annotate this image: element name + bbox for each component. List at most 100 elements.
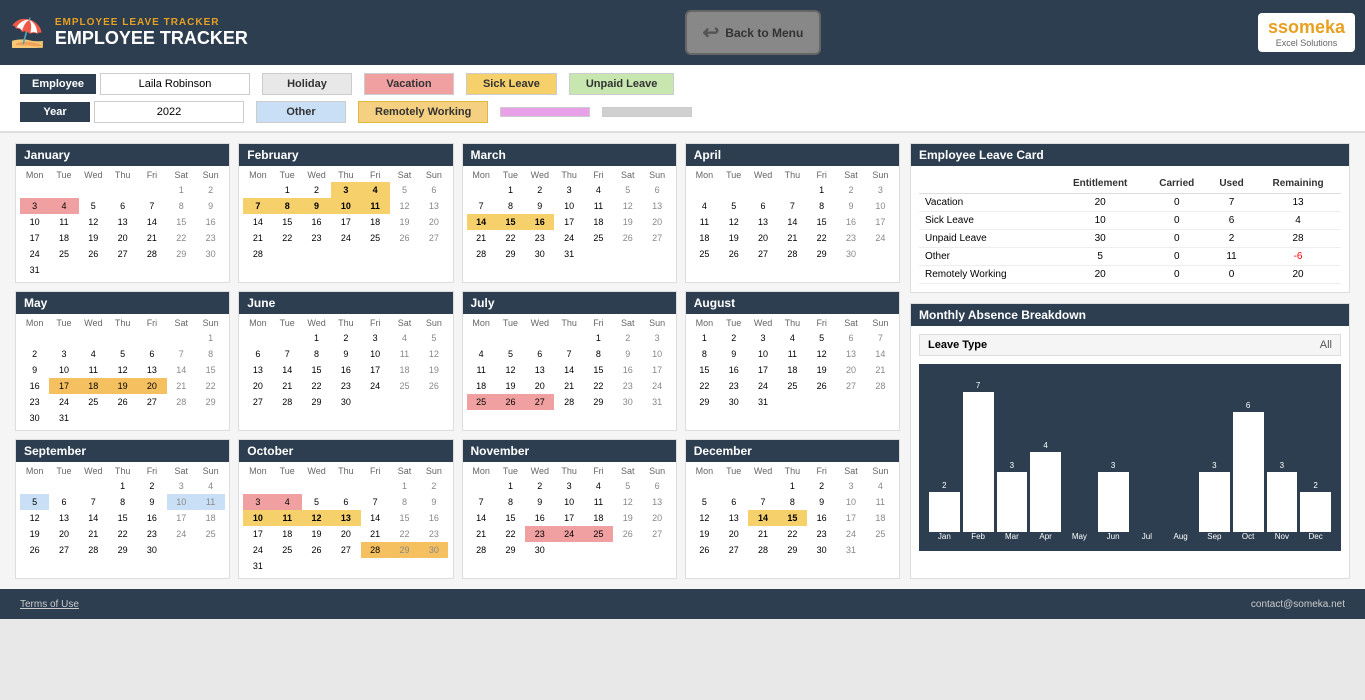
cal-day: 4 — [79, 346, 108, 362]
cal-day: 20 — [719, 526, 748, 542]
cal-day: 7 — [137, 198, 166, 214]
cal-day: 3 — [554, 478, 583, 494]
cal-day: 15 — [496, 510, 525, 526]
cal-day: 6 — [243, 346, 272, 362]
cal-day: 24 — [554, 526, 583, 542]
cal-empty — [554, 330, 583, 346]
cal-day: 24 — [167, 526, 196, 542]
terms-of-use-link[interactable]: Terms of Use — [20, 599, 79, 610]
cal-day: 28 — [748, 542, 777, 558]
cal-day: 23 — [807, 526, 836, 542]
cal-empty — [49, 478, 78, 494]
cal-day: 4 — [778, 330, 807, 346]
used-cell: 6 — [1208, 212, 1255, 230]
cal-day: 7 — [467, 494, 496, 510]
cal-day: 25 — [196, 526, 225, 542]
cal-header-april: April — [686, 144, 899, 166]
cal-day: 6 — [525, 346, 554, 362]
cal-day: 14 — [467, 214, 496, 230]
cal-day: 25 — [273, 542, 302, 558]
col-used: Used — [1208, 174, 1255, 194]
cal-header-july: July — [463, 292, 676, 314]
employee-value[interactable]: Laila Robinson — [100, 73, 250, 95]
cal-empty — [137, 330, 166, 346]
cal-empty — [167, 330, 196, 346]
cal-day: 9 — [196, 198, 225, 214]
cal-day: 16 — [419, 510, 448, 526]
cal-day: 17 — [866, 214, 895, 230]
cal-day: 1 — [302, 330, 331, 346]
bar-month-label: Apr — [1030, 532, 1061, 545]
cal-day: 13 — [642, 494, 671, 510]
cal-day: 28 — [467, 542, 496, 558]
cal-empty — [108, 330, 137, 346]
cal-day: 21 — [778, 230, 807, 246]
cal-day: 1 — [807, 182, 836, 198]
cal-day: 12 — [20, 510, 49, 526]
cal-day: 26 — [108, 394, 137, 410]
holiday-badge[interactable]: Holiday — [262, 73, 352, 95]
cal-day: 20 — [748, 230, 777, 246]
bar-value-label: 3 — [1280, 461, 1284, 470]
cal-day: 17 — [554, 214, 583, 230]
cal-day: 18 — [467, 378, 496, 394]
vacation-badge[interactable]: Vacation — [364, 73, 454, 95]
cal-day: 14 — [167, 362, 196, 378]
cal-day: 10 — [361, 346, 390, 362]
cal-day: 9 — [613, 346, 642, 362]
cal-day: 6 — [642, 478, 671, 494]
cal-day: 6 — [419, 182, 448, 198]
cal-day: 2 — [836, 182, 865, 198]
cal-day: 4 — [49, 198, 78, 214]
cal-day: 9 — [525, 494, 554, 510]
other-badge[interactable]: Other — [256, 101, 346, 123]
cal-day: 17 — [49, 378, 78, 394]
cal-day: 8 — [584, 346, 613, 362]
carried-cell: 0 — [1146, 266, 1208, 284]
cal-day: 20 — [525, 378, 554, 394]
back-to-menu-button[interactable]: ↩ Back to Menu — [685, 10, 822, 55]
leave-table: Entitlement Carried Used Remaining Vacat… — [919, 174, 1341, 284]
sick-leave-badge[interactable]: Sick Leave — [466, 73, 557, 95]
bar-month-label: Aug — [1165, 532, 1196, 545]
cal-day: 4 — [390, 330, 419, 346]
used-cell: 7 — [1208, 194, 1255, 212]
cal-day: 19 — [613, 214, 642, 230]
entitlement-cell: 20 — [1055, 194, 1146, 212]
cal-day: 9 — [807, 494, 836, 510]
leave-table-row: Sick Leave 10 0 6 4 — [919, 212, 1341, 230]
calendar-november: NovemberMonTueWedThuFriSatSun12345678910… — [462, 439, 677, 579]
cal-day: 26 — [613, 230, 642, 246]
cal-day: 12 — [496, 362, 525, 378]
cal-day: 30 — [807, 542, 836, 558]
cal-header-january: January — [16, 144, 229, 166]
cal-day: 5 — [496, 346, 525, 362]
cal-day: 17 — [836, 510, 865, 526]
cal-day: 12 — [79, 214, 108, 230]
cal-day: 15 — [302, 362, 331, 378]
unpaid-leave-badge[interactable]: Unpaid Leave — [569, 73, 675, 95]
carried-cell: 0 — [1146, 248, 1208, 266]
remote-badge[interactable]: Remotely Working — [358, 101, 488, 123]
calendar-january: JanuaryMonTueWedThuFriSatSun123456789101… — [15, 143, 230, 283]
cal-day: 26 — [302, 542, 331, 558]
gray-badge[interactable] — [602, 107, 692, 117]
cal-day: 8 — [778, 494, 807, 510]
employee-label: Employee — [20, 74, 96, 94]
cal-day: 16 — [20, 378, 49, 394]
cal-day: 24 — [554, 230, 583, 246]
cal-day: 28 — [79, 542, 108, 558]
cal-empty — [79, 330, 108, 346]
cal-day: 8 — [196, 346, 225, 362]
leave-type-cell: Vacation — [919, 194, 1055, 212]
cal-day: 23 — [419, 526, 448, 542]
purple-badge[interactable] — [500, 107, 590, 117]
cal-day: 1 — [690, 330, 719, 346]
year-value[interactable]: 2022 — [94, 101, 244, 123]
bar-group-dec: 2 — [1300, 372, 1331, 532]
cal-day: 5 — [302, 494, 331, 510]
cal-day: 25 — [866, 526, 895, 542]
cal-day: 23 — [719, 378, 748, 394]
cal-day: 31 — [748, 394, 777, 410]
cal-day: 14 — [137, 214, 166, 230]
